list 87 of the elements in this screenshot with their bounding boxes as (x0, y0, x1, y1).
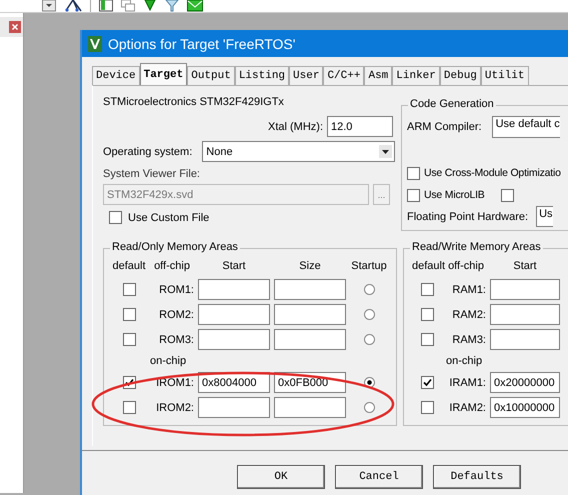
checkbox[interactable] (420, 308, 434, 321)
arm-compiler-label: ARM Compiler: (407, 121, 482, 133)
envelope-icon[interactable] (187, 0, 203, 12)
area-label: IRAM2: (449, 402, 486, 414)
area-label: IRAM1: (449, 376, 486, 388)
start-field[interactable] (198, 329, 270, 350)
start-field[interactable]: 0x10000000 (490, 397, 560, 418)
radio-button[interactable] (364, 284, 374, 295)
size-field[interactable] (274, 279, 346, 300)
funnel-icon[interactable] (165, 0, 179, 12)
start-field[interactable] (198, 279, 270, 300)
xtal-label: Xtal (MHz): (268, 120, 323, 132)
close-icon[interactable] (9, 21, 21, 33)
checkbox[interactable] (122, 308, 136, 321)
area-label: ROM1: (159, 284, 194, 296)
dialog-button[interactable]: Defaults (433, 465, 521, 489)
start-field[interactable]: 0x20000000 (490, 372, 560, 393)
group-title: Code Generation (408, 98, 496, 110)
area-label: RAM2: (452, 308, 486, 320)
radio-button[interactable] (364, 334, 374, 345)
dropdown-icon[interactable] (42, 0, 56, 12)
floating-point-label: Floating Point Hardware: (407, 210, 528, 222)
tab[interactable]: Device (92, 66, 140, 85)
floating-point-dropdown[interactable]: Us (536, 206, 553, 227)
arm-compiler-dropdown[interactable]: Use default c (492, 116, 560, 138)
tab[interactable]: Output (187, 66, 235, 85)
start-field[interactable] (198, 304, 270, 325)
xtal-field[interactable]: 12.0 (327, 116, 393, 137)
column-header: default (112, 260, 146, 272)
tab[interactable]: Asm (364, 66, 392, 85)
checkbox[interactable] (420, 333, 434, 346)
tab[interactable]: C/C++ (323, 66, 364, 85)
column-header: off-chip (153, 260, 191, 272)
checkbox[interactable] (407, 166, 420, 180)
size-field[interactable] (274, 304, 346, 325)
checkbox[interactable] (109, 211, 122, 224)
checkbox[interactable] (122, 333, 136, 346)
size-field[interactable] (274, 397, 346, 418)
group-title: Read/Write Memory Areas (410, 241, 543, 253)
start-field[interactable] (198, 397, 270, 418)
column-header: Startup (350, 260, 388, 272)
checkbox[interactable] (407, 188, 420, 202)
checkbox-label: Use Custom File (128, 212, 210, 224)
checkbox[interactable] (500, 188, 514, 202)
size-field[interactable] (274, 329, 346, 350)
tab[interactable]: Target (140, 63, 188, 85)
app-logo-icon (88, 36, 102, 52)
tab[interactable]: User (289, 66, 324, 85)
checkbox[interactable] (122, 401, 136, 414)
checkbox[interactable] (420, 283, 434, 296)
area-label: IROM1: (156, 376, 194, 388)
tab[interactable]: Debug (440, 66, 481, 85)
dialog-button[interactable]: OK (237, 465, 325, 489)
area-label: ROM3: (159, 334, 194, 346)
tab[interactable]: Linker (392, 66, 440, 85)
os-dropdown[interactable]: None (202, 141, 395, 162)
device-name: STMicroelectronics STM32F429IGTx (103, 96, 285, 108)
window-icon[interactable] (99, 0, 113, 12)
radio-button[interactable] (364, 309, 374, 320)
dialog-button[interactable]: Cancel (335, 465, 423, 489)
column-header: off-chip (447, 260, 485, 272)
checkbox[interactable] (420, 401, 434, 414)
download-icon[interactable] (143, 0, 157, 12)
group-title: Read/Only Memory Areas (110, 241, 240, 253)
start-field[interactable] (490, 279, 560, 300)
dialog-title: Options for Target 'FreeRTOS' (108, 36, 296, 52)
checkbox[interactable] (420, 376, 434, 389)
radio-button[interactable] (364, 402, 374, 413)
area-label: RAM3: (452, 334, 486, 346)
area-label: IROM2: (156, 402, 194, 414)
checkbox[interactable] (122, 283, 136, 296)
section-label: on-chip (150, 355, 188, 367)
tab[interactable]: Utilit (480, 66, 529, 85)
column-header: Size (298, 260, 322, 272)
column-header: Start (512, 260, 538, 272)
start-field[interactable] (490, 329, 560, 350)
area-label: RAM1: (452, 284, 486, 296)
tab[interactable]: Listing (234, 66, 290, 85)
checkbox-label: Use MicroLIB (424, 189, 485, 201)
copy-icon[interactable] (121, 0, 135, 12)
start-field[interactable] (490, 304, 560, 325)
checkbox-label: Use Cross-Module Optimizatio (424, 167, 561, 179)
svd-label: System Viewer File: (103, 168, 201, 180)
column-header: Start (221, 260, 247, 272)
area-label: ROM2: (159, 308, 194, 320)
os-label: Operating system: (103, 146, 192, 158)
section-label: on-chip (446, 355, 484, 367)
